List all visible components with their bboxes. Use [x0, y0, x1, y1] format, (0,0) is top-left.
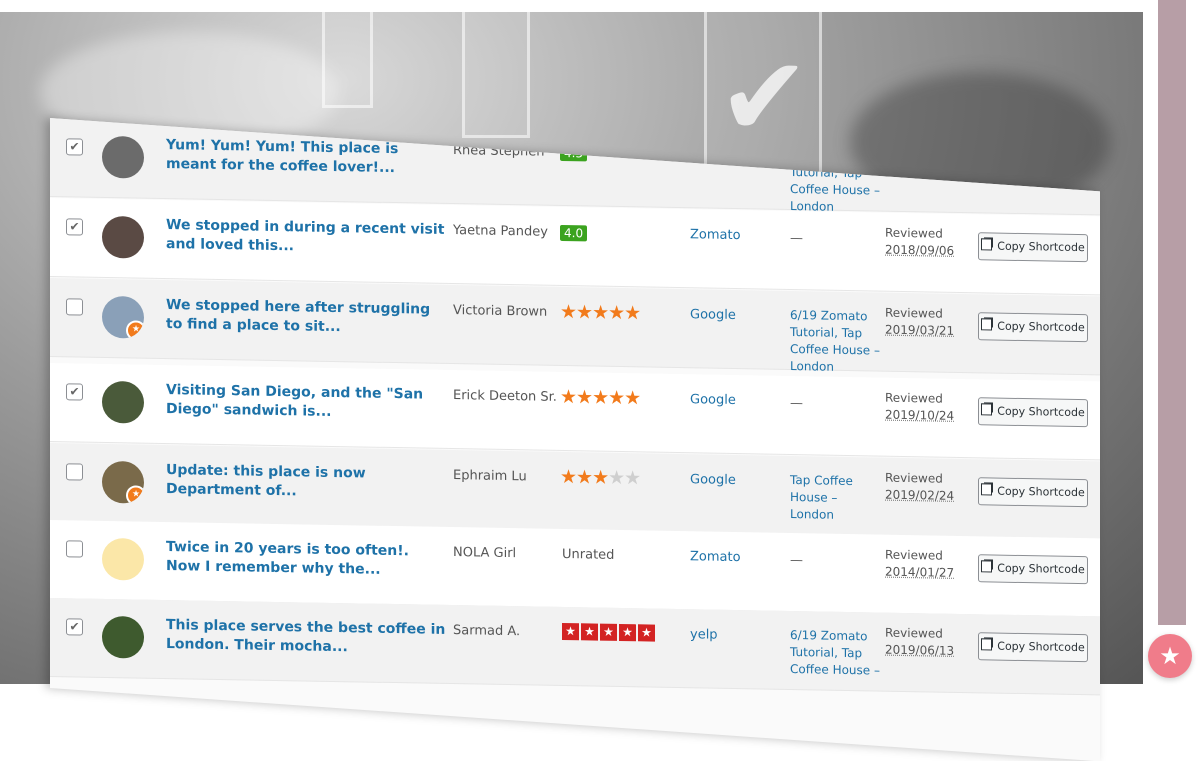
- review-author: Ephraim Lu: [453, 468, 527, 485]
- avatar: [102, 537, 144, 581]
- star-chat-icon: ★: [1159, 642, 1181, 670]
- avatar: [102, 135, 144, 179]
- avatar: [102, 380, 144, 424]
- review-status: Reviewed 2019/10/24: [885, 390, 955, 423]
- star-rating: ★★★★★: [560, 300, 641, 325]
- copy-icon: [981, 560, 993, 573]
- review-author: Sarmad A.: [453, 623, 521, 640]
- post-link[interactable]: Tap Coffee House – London: [790, 472, 880, 525]
- review-date: 2019/10/24: [885, 407, 955, 423]
- copy-icon: [981, 238, 993, 251]
- yelp-star-icon: ★: [562, 622, 579, 641]
- copy-icon: [981, 403, 993, 416]
- post-link[interactable]: 6/19 Zomato Tutorial, Tap Coffee House –: [790, 627, 880, 680]
- review-status: Reviewed 2018/09/06: [885, 225, 955, 258]
- avatar: [102, 615, 144, 659]
- review-author: NOLA Girl: [453, 545, 517, 562]
- copy-shortcode-button[interactable]: Copy Shortcode: [978, 477, 1088, 508]
- copy-icon: [981, 638, 993, 651]
- post-empty: —: [790, 395, 803, 412]
- background-checkbox-shape: [322, 12, 373, 108]
- review-title-link[interactable]: Update: this place is now Department of.…: [166, 461, 446, 504]
- google-badge-icon: ★: [126, 320, 144, 339]
- rating-unrated: Unrated: [562, 546, 615, 563]
- post-link[interactable]: 6/19 Zomato Tutorial, Tap Coffee House –…: [790, 307, 880, 377]
- row-checkbox[interactable]: ✔: [66, 218, 83, 236]
- review-date: 2019/03/21: [885, 322, 955, 338]
- review-title-link[interactable]: We stopped here after struggling to find…: [166, 296, 446, 339]
- review-source-link[interactable]: Zomato: [690, 549, 741, 565]
- copy-shortcode-button[interactable]: Copy Shortcode: [978, 312, 1088, 343]
- review-status: Reviewed 2014/01/27: [885, 547, 955, 580]
- star-rating: ★★★★★: [560, 385, 641, 410]
- review-author: Erick Deeton Sr.: [453, 388, 557, 405]
- avatar: ★: [102, 460, 144, 504]
- star-rating: ★★★★★: [560, 465, 641, 490]
- copy-shortcode-button[interactable]: Copy Shortcode: [978, 397, 1088, 428]
- avatar: ★: [102, 295, 144, 339]
- row-checkbox[interactable]: ✔: [66, 383, 83, 401]
- row-checkbox[interactable]: ✔: [66, 618, 83, 636]
- review-date: 2014/01/27: [885, 564, 955, 580]
- copy-shortcode-button[interactable]: Copy Shortcode: [978, 632, 1088, 663]
- background-check-icon: ✔: [718, 33, 811, 161]
- review-source-link[interactable]: Zomato: [690, 227, 741, 243]
- copy-icon: [981, 483, 993, 496]
- review-status: Reviewed 2019/03/21: [885, 305, 955, 338]
- review-source-link[interactable]: Google: [690, 472, 736, 488]
- copy-shortcode-button[interactable]: Copy Shortcode: [978, 232, 1088, 263]
- copy-shortcode-button[interactable]: Copy Shortcode: [978, 554, 1088, 585]
- yelp-star-icon: ★: [600, 623, 617, 641]
- rating-score-badge: 4.0: [560, 224, 588, 242]
- reviews-table: ✔ Yum! Yum! Yum! This place is meant for…: [50, 118, 1100, 761]
- copy-icon: [981, 318, 993, 331]
- avatar: [102, 215, 144, 259]
- review-date: 2018/09/06: [885, 242, 955, 258]
- review-date: 2019/02/24: [885, 487, 955, 503]
- yelp-star-icon: ★: [581, 623, 598, 641]
- row-checkbox[interactable]: [66, 463, 83, 481]
- review-status: Reviewed 2019/02/24: [885, 470, 955, 503]
- review-title-link[interactable]: Visiting San Diego, and the "San Diego" …: [166, 381, 446, 424]
- post-empty: —: [790, 230, 803, 247]
- review-author: Yaetna Pandey: [453, 223, 548, 240]
- review-title-link[interactable]: We stopped in during a recent visit and …: [166, 216, 446, 259]
- google-badge-icon: ★: [126, 485, 144, 504]
- yelp-star-icon: ★: [619, 623, 636, 642]
- page-gutter: [1143, 0, 1158, 684]
- row-checkbox[interactable]: [66, 540, 83, 558]
- review-source-link[interactable]: yelp: [690, 627, 718, 642]
- side-accent-strip: [1158, 0, 1186, 625]
- yelp-star-icon: ★: [638, 624, 655, 642]
- review-source-link[interactable]: Google: [690, 307, 736, 323]
- review-source-link[interactable]: Google: [690, 392, 736, 408]
- row-checkbox[interactable]: ✔: [66, 138, 83, 156]
- post-empty: —: [790, 552, 803, 569]
- floating-review-button[interactable]: ★: [1148, 634, 1192, 678]
- review-title-link[interactable]: Yum! Yum! Yum! This place is meant for t…: [166, 136, 446, 179]
- row-checkbox[interactable]: [66, 298, 83, 316]
- yelp-rating: ★ ★ ★ ★ ★: [562, 622, 655, 642]
- review-status: Reviewed 2019/06/13: [885, 625, 955, 658]
- review-author: Victoria Brown: [453, 303, 548, 320]
- review-title-link[interactable]: This place serves the best coffee in Lon…: [166, 616, 446, 659]
- review-date: 2019/06/13: [885, 642, 955, 658]
- background-checkbox-shape: [462, 12, 530, 138]
- review-title-link[interactable]: Twice in 20 years is too often!. Now I r…: [166, 538, 446, 581]
